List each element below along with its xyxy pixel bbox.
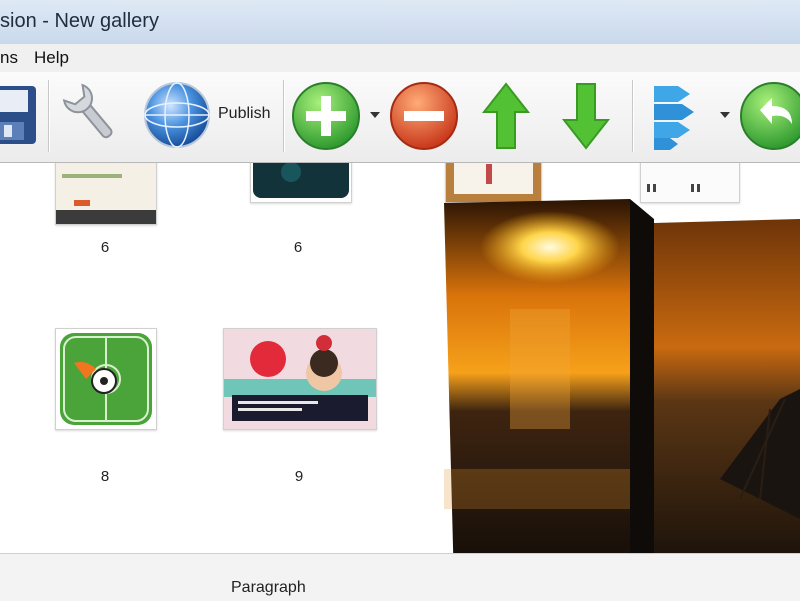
undo-button[interactable] (738, 80, 800, 157)
gallery-content: 6 6 8 9 (0, 163, 800, 553)
minus-icon (390, 82, 458, 150)
menu-item-options[interactable]: ns (0, 48, 18, 68)
slideshow-preview (440, 199, 800, 553)
toolbar: Publish (0, 72, 800, 163)
status-bar: Paragraph (0, 553, 800, 601)
gallery-thumbnail[interactable] (223, 328, 377, 430)
add-dropdown-icon[interactable] (370, 112, 380, 118)
move-down-button[interactable] (560, 80, 612, 157)
gallery-thumbnail[interactable] (55, 328, 157, 430)
plus-icon (292, 82, 360, 150)
sunset-cube-image (444, 199, 800, 553)
gallery-thumbnail[interactable] (55, 163, 157, 225)
thumbnail-image (446, 163, 541, 202)
layout-button[interactable] (650, 80, 700, 157)
title-bar: sion - New gallery (0, 0, 800, 45)
undo-icon (740, 82, 800, 150)
toolbar-separator (632, 80, 634, 152)
gallery-thumbnail[interactable] (445, 163, 542, 203)
arrow-up-icon (481, 82, 531, 149)
menu-bar: ns Help (0, 44, 800, 73)
thumbnail-image (224, 329, 376, 429)
publish-button[interactable] (142, 80, 212, 155)
status-text: Paragraph (231, 579, 306, 596)
globe-icon (144, 82, 210, 148)
thumbnail-label: 6 (100, 239, 110, 256)
wrench-icon (62, 83, 113, 139)
thumbnail-image (56, 163, 156, 224)
settings-button[interactable] (56, 80, 128, 155)
save-button[interactable] (0, 80, 38, 153)
remove-button[interactable] (388, 80, 460, 157)
layout-arrows-icon (654, 86, 694, 150)
toolbar-separator (283, 80, 285, 152)
add-button[interactable] (290, 80, 362, 157)
thumbnail-label: 6 (293, 239, 303, 256)
toolbar-separator (48, 80, 50, 152)
layout-dropdown-icon[interactable] (720, 112, 730, 118)
thumbnail-label: 8 (100, 468, 110, 485)
publish-label[interactable]: Publish (218, 105, 270, 123)
arrow-down-icon (561, 83, 611, 150)
menu-item-help[interactable]: Help (34, 48, 69, 68)
gallery-thumbnail[interactable] (250, 163, 352, 203)
gallery-thumbnail[interactable] (640, 163, 740, 203)
window-title: sion - New gallery (0, 10, 159, 32)
thumbnail-image (641, 163, 739, 202)
thumbnail-label: 9 (294, 468, 304, 485)
thumbnail-image (60, 333, 152, 425)
thumbnail-image (251, 163, 351, 202)
move-up-button[interactable] (480, 80, 532, 157)
save-icon (0, 86, 36, 144)
